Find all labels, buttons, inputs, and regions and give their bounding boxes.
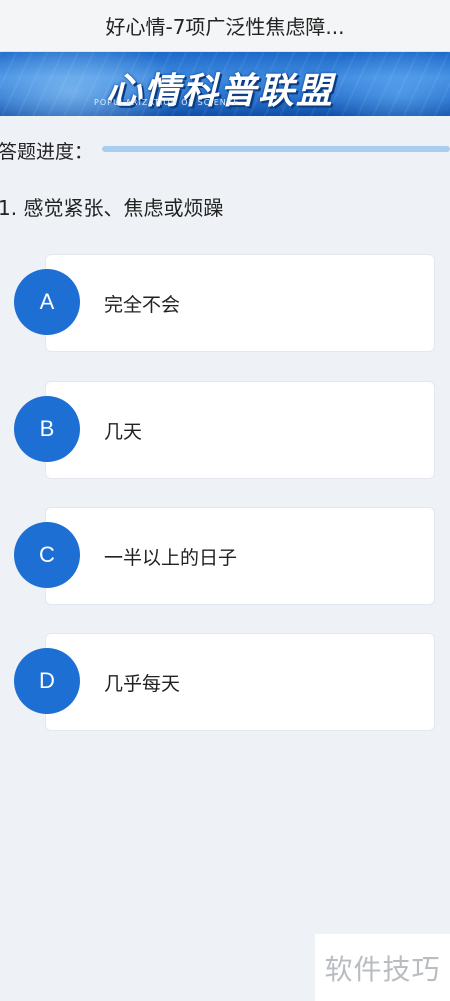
- option-a[interactable]: A 完全不会: [14, 254, 436, 354]
- banner-image: 心情科普联盟 POPULARIZATION OF SCIENCE: [0, 52, 450, 116]
- option-letter-badge[interactable]: D: [14, 648, 80, 714]
- option-label[interactable]: 完全不会: [104, 290, 180, 317]
- page-title-bar: 好心情-7项广泛性焦虑障...: [0, 0, 450, 52]
- option-b[interactable]: B 几天: [14, 381, 436, 481]
- option-letter-badge[interactable]: B: [14, 396, 80, 462]
- progress-bar-fill: [102, 146, 450, 152]
- question-area: 1. 感觉紧张、焦虑或烦躁 A 完全不会 B 几天 C 一半以上的日子 D 几乎…: [0, 184, 450, 1001]
- progress-label: 答题进度：: [0, 140, 94, 163]
- option-label[interactable]: 一半以上的日子: [104, 543, 237, 570]
- banner-logo: 心情科普联盟 POPULARIZATION OF SCIENCE: [90, 58, 350, 112]
- option-label[interactable]: 几乎每天: [104, 669, 180, 696]
- option-label[interactable]: 几天: [104, 417, 142, 444]
- option-letter-badge[interactable]: A: [14, 269, 80, 335]
- option-d[interactable]: D 几乎每天: [14, 633, 436, 733]
- option-c[interactable]: C 一半以上的日子: [14, 507, 436, 607]
- banner-subtitle: POPULARIZATION OF SCIENCE: [94, 98, 240, 107]
- progress-bar: [102, 146, 450, 152]
- progress-row: 答题进度：: [0, 132, 450, 168]
- question-text: 1. 感觉紧张、焦虑或烦躁: [0, 196, 224, 220]
- page-title: 好心情-7项广泛性焦虑障...: [105, 15, 345, 39]
- option-letter-badge[interactable]: C: [14, 522, 80, 588]
- watermark: 软件技巧: [315, 934, 450, 1001]
